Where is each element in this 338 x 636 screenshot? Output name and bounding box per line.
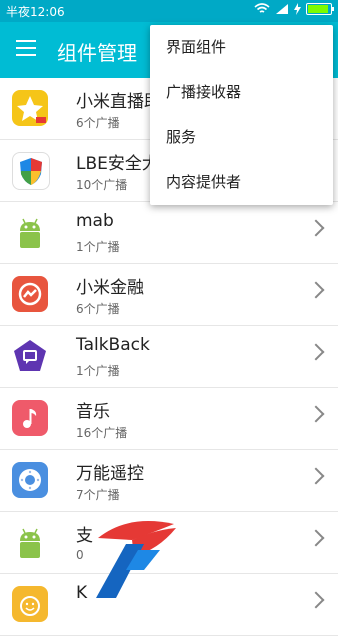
- chevron-right-icon: [307, 591, 325, 609]
- status-time: 半夜12:06: [6, 5, 65, 19]
- broadcast-count: 16个广播: [76, 426, 128, 440]
- xiaomi-finance-icon: [12, 276, 48, 312]
- menu-item-services[interactable]: 服务: [150, 115, 333, 160]
- android-icon: [12, 214, 48, 250]
- broadcast-count: 6个广播: [76, 116, 120, 130]
- app-name: TalkBack: [76, 335, 150, 355]
- broadcast-count: 10个广播: [76, 178, 128, 192]
- app-name: mab: [76, 211, 114, 231]
- talkback-icon: [12, 338, 48, 374]
- battery-icon: [306, 3, 334, 15]
- broadcast-count: 7个广播: [76, 488, 120, 502]
- broadcast-count: 1个广播: [76, 240, 120, 254]
- charging-icon: [294, 3, 301, 15]
- menu-icon[interactable]: [16, 40, 36, 56]
- signal-icon: [276, 4, 288, 14]
- menu-item-broadcast-receivers[interactable]: 广播接收器: [150, 70, 333, 115]
- lbe-security-icon: [12, 152, 50, 190]
- chevron-right-icon: [307, 281, 325, 299]
- status-icons: [254, 3, 334, 15]
- smiley-icon: [12, 586, 48, 622]
- app-name: 万能遥控: [76, 464, 144, 484]
- broadcast-count: 1个广播: [76, 364, 120, 378]
- list-item[interactable]: TalkBack 1个广播: [0, 326, 338, 388]
- remote-control-icon: [12, 462, 48, 498]
- menu-item-ui-components[interactable]: 界面组件: [150, 25, 333, 70]
- page-title: 组件管理: [57, 41, 137, 65]
- broadcast-count: 0: [76, 548, 84, 562]
- chevron-right-icon: [307, 343, 325, 361]
- chevron-right-icon: [307, 467, 325, 485]
- list-item[interactable]: 音乐 16个广播: [0, 388, 338, 450]
- list-item[interactable]: mab 1个广播: [0, 202, 338, 264]
- music-icon: [12, 400, 48, 436]
- wifi-icon: [254, 3, 270, 13]
- xiaomi-live-icon: [12, 90, 48, 126]
- list-item[interactable]: 小米金融 6个广播: [0, 264, 338, 326]
- chevron-right-icon: [307, 529, 325, 547]
- chevron-right-icon: [307, 405, 325, 423]
- android-icon: [12, 524, 48, 560]
- broadcast-count: 6个广播: [76, 302, 120, 316]
- overflow-menu: 界面组件 广播接收器 服务 内容提供者: [150, 25, 333, 205]
- app-name: 音乐: [76, 402, 110, 422]
- chevron-right-icon: [307, 219, 325, 237]
- app-name: K: [76, 583, 88, 603]
- menu-item-content-providers[interactable]: 内容提供者: [150, 160, 333, 205]
- app-name: 小米金融: [76, 278, 144, 298]
- list-item[interactable]: 万能遥控 7个广播: [0, 450, 338, 512]
- watermark-logo-icon: [96, 521, 176, 598]
- status-bar: 半夜12:06: [0, 0, 338, 22]
